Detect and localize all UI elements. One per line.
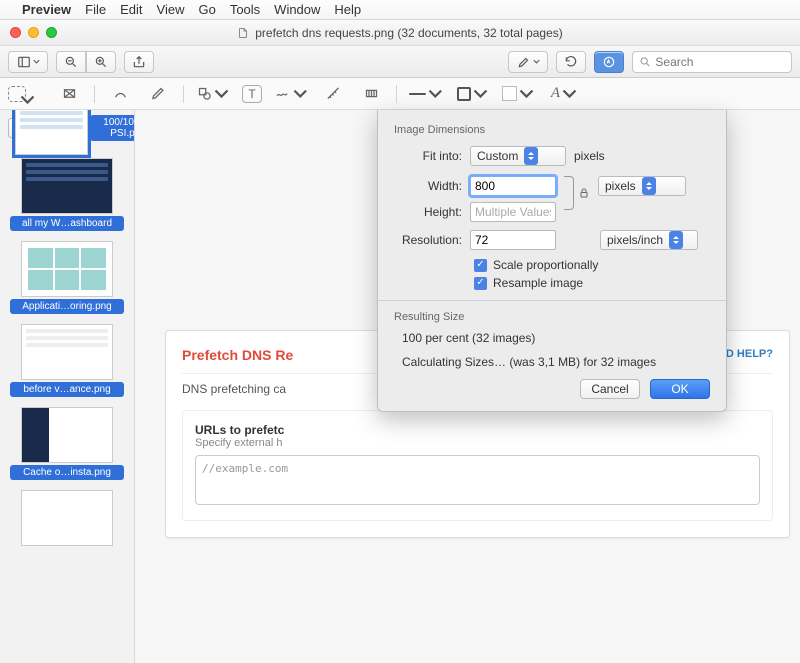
- checkbox-checked-icon: [474, 277, 487, 290]
- thumbnail-item[interactable]: before v…ance.png: [8, 324, 126, 397]
- menu-view[interactable]: View: [157, 2, 185, 17]
- resample-label: Resample image: [493, 276, 583, 290]
- zoom-out-button[interactable]: [56, 51, 86, 73]
- preview-window: prefetch dns requests.png (32 documents,…: [0, 20, 800, 663]
- thumbnail-item[interactable]: all my W…ashboard: [8, 158, 126, 231]
- fit-into-unit: pixels: [574, 149, 605, 163]
- sidebar-toggle-button[interactable]: [8, 51, 48, 73]
- wh-unit-value: pixels: [605, 179, 636, 193]
- sketch-button[interactable]: [107, 82, 133, 106]
- checkbox-checked-icon: [474, 259, 487, 272]
- draw-button[interactable]: [145, 82, 171, 106]
- share-button[interactable]: [124, 51, 154, 73]
- result-percent-text: 100 per cent (32 images): [402, 331, 710, 345]
- rotate-button[interactable]: [556, 51, 586, 73]
- cancel-button[interactable]: Cancel: [580, 379, 640, 399]
- fill-color-button[interactable]: [501, 82, 535, 106]
- markup-toggle-button[interactable]: [594, 51, 624, 73]
- menu-window[interactable]: Window: [274, 2, 320, 17]
- menu-help[interactable]: Help: [334, 2, 361, 17]
- main-toolbar: [0, 46, 800, 78]
- system-menubar: Preview File Edit View Go Tools Window H…: [0, 0, 800, 20]
- canvas: NEED HELP? Prefetch DNS Re DNS prefetchi…: [135, 110, 800, 663]
- thumbnail-label: 100/100…- PSI.png: [90, 115, 135, 141]
- border-color-button[interactable]: [455, 82, 489, 106]
- select-arrows-icon: [669, 231, 683, 249]
- highlight-button[interactable]: [508, 51, 548, 73]
- fit-into-select[interactable]: Custom: [470, 146, 566, 166]
- result-size-text: Calculating Sizes… (was 3,1 MB) for 32 i…: [402, 355, 710, 369]
- sign-button[interactable]: [274, 82, 308, 106]
- search-icon: [639, 55, 651, 69]
- menu-edit[interactable]: Edit: [120, 2, 142, 17]
- scale-label: Scale proportionally: [493, 258, 598, 272]
- zoom-in-button[interactable]: [86, 51, 116, 73]
- resample-image-checkbox[interactable]: Resample image: [474, 276, 710, 290]
- doc-field-hint: Specify external h: [195, 437, 760, 449]
- thumbnail-item[interactable]: 100/100…- PSI.png: [8, 118, 135, 138]
- lock-aspect-group: [564, 176, 590, 210]
- fit-into-value: Custom: [477, 149, 518, 163]
- text-button[interactable]: T: [242, 85, 262, 103]
- width-input[interactable]: [470, 176, 556, 196]
- window-title-text: prefetch dns requests.png (32 documents,…: [255, 26, 563, 40]
- app-menu[interactable]: Preview: [22, 2, 71, 17]
- resulting-size-label: Resulting Size: [394, 311, 710, 323]
- doc-field-label: URLs to prefetc: [195, 423, 760, 437]
- adjust-size-dialog: Image Dimensions Fit into: Custom pixels…: [377, 110, 727, 412]
- ok-button[interactable]: OK: [650, 379, 710, 399]
- thumbnail-label: Applicati…oring.png: [10, 299, 124, 314]
- scale-proportionally-checkbox[interactable]: Scale proportionally: [474, 258, 710, 272]
- adjust-size-button[interactable]: [358, 82, 384, 106]
- view-mode-group: [8, 51, 48, 73]
- thumbnail-item[interactable]: [8, 490, 126, 546]
- zoom-group: [56, 51, 116, 73]
- height-input[interactable]: [470, 202, 556, 222]
- text-style-button[interactable]: A: [547, 82, 581, 106]
- resolution-input[interactable]: [470, 230, 556, 250]
- thumbnail-item[interactable]: Cache o…insta.png: [8, 407, 126, 480]
- markup-toolbar: T A: [0, 78, 800, 110]
- main-area: 100/100…- PSI.png all my W…ashboard Appl…: [0, 110, 800, 663]
- dialog-section-label: Image Dimensions: [394, 124, 710, 136]
- window-titlebar: prefetch dns requests.png (32 documents,…: [0, 20, 800, 46]
- menu-tools[interactable]: Tools: [230, 2, 260, 17]
- menu-file[interactable]: File: [85, 2, 106, 17]
- select-arrows-icon: [524, 147, 538, 165]
- document-icon: [237, 27, 249, 39]
- shapes-button[interactable]: [196, 82, 230, 106]
- select-arrows-icon: [642, 177, 656, 195]
- doc-textarea: //example.com: [195, 455, 760, 505]
- lock-icon[interactable]: [578, 187, 590, 199]
- thumbnail-label: all my W…ashboard: [10, 216, 124, 231]
- resolution-label: Resolution:: [394, 233, 462, 247]
- wh-unit-select[interactable]: pixels: [598, 176, 686, 196]
- thumbnail-sidebar[interactable]: 100/100…- PSI.png all my W…ashboard Appl…: [0, 110, 135, 663]
- selection-tool-button[interactable]: [8, 86, 26, 102]
- line-style-button[interactable]: [409, 82, 443, 106]
- thumbnail-label: Cache o…insta.png: [10, 465, 124, 480]
- instant-alpha-button[interactable]: [56, 82, 82, 106]
- resolution-unit-value: pixels/inch: [607, 233, 663, 247]
- thumbnail-label: before v…ance.png: [10, 382, 124, 397]
- search-input[interactable]: [655, 55, 785, 69]
- thumbnail-item[interactable]: Applicati…oring.png: [8, 241, 126, 314]
- fit-into-label: Fit into:: [394, 149, 462, 163]
- search-field[interactable]: [632, 51, 792, 73]
- height-label: Height:: [394, 205, 462, 219]
- width-label: Width:: [394, 179, 462, 193]
- resolution-unit-select[interactable]: pixels/inch: [600, 230, 698, 250]
- adjust-color-button[interactable]: [320, 82, 346, 106]
- window-title: prefetch dns requests.png (32 documents,…: [0, 26, 800, 40]
- menu-go[interactable]: Go: [198, 2, 215, 17]
